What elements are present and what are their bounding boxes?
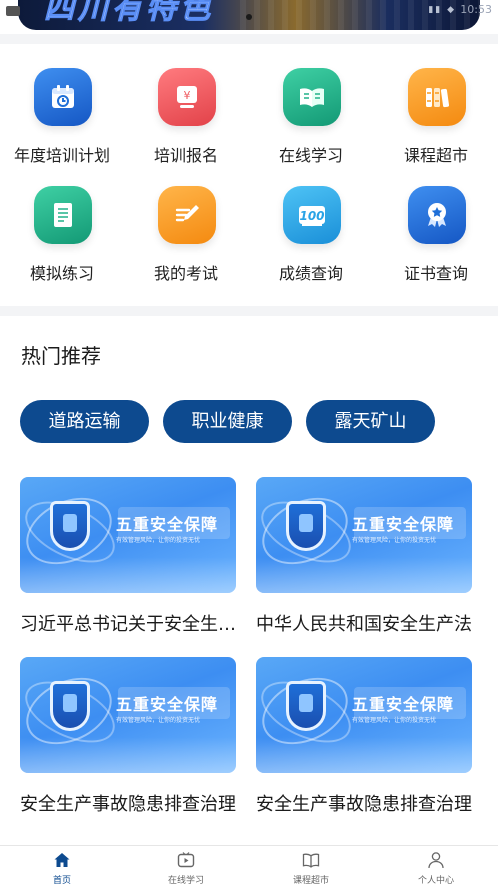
status-bar-icons: ▮▮ ◆: [428, 5, 456, 15]
course-title: 中华人民共和国安全生产法: [256, 614, 472, 635]
grid-item-label: 成绩查询: [278, 264, 343, 283]
top-banner-area: 四川有特色 ▮▮ ◆ 10:53: [0, 0, 498, 34]
svg-text:¥: ¥: [184, 89, 191, 102]
course-cover-image: 五重安全保障 有效管理风险，让你的投资无忧: [20, 657, 236, 773]
status-bar-indicator: [6, 6, 20, 16]
cover-subtext: 有效管理风险，让你的投资无忧: [352, 537, 437, 544]
grid-item-certificate-query[interactable]: 证书查询: [374, 162, 498, 283]
certificate-badge-icon: [408, 186, 466, 244]
status-bar-time: 10:53: [460, 3, 492, 16]
category-chip-occupational-health[interactable]: 职业健康: [163, 400, 292, 443]
score-100-icon: 100: [283, 186, 341, 244]
svg-text:100: 100: [299, 209, 324, 223]
book-icon: [302, 853, 320, 868]
cover-headline: 五重安全保障: [116, 695, 219, 714]
shield-icon: [286, 501, 326, 551]
grid-item-online-learning[interactable]: 在线学习: [249, 44, 373, 165]
cover-subtext: 有效管理风险，让你的投资无忧: [116, 537, 201, 544]
tab-personal-center[interactable]: 个人中心: [374, 846, 498, 887]
grid-item-label: 我的考试: [153, 264, 218, 283]
course-cover-image: 五重安全保障 有效管理风险，让你的投资无忧: [20, 477, 236, 593]
section-title-hot: 热门推荐: [21, 344, 101, 368]
course-title: 习近平总书记关于安全生产重要论述: [20, 614, 236, 635]
section-divider: [0, 306, 498, 316]
cover-headline: 五重安全保障: [116, 515, 219, 534]
carousel-indicator-dot: [246, 14, 252, 20]
grid-item-label: 模拟练习: [29, 264, 94, 283]
pencil-edit-icon: [158, 186, 216, 244]
calendar-icon: [34, 68, 92, 126]
books-shelf-icon: [408, 68, 466, 126]
document-icon: [34, 186, 92, 244]
grid-item-score-query[interactable]: 100 成绩查询: [249, 162, 373, 283]
shield-icon: [50, 501, 90, 551]
tab-course-market[interactable]: 课程超市: [249, 846, 373, 887]
course-cover-image: 五重安全保障 有效管理风险，让你的投资无忧: [256, 477, 472, 593]
tab-label: 个人中心: [417, 876, 454, 886]
home-icon: [54, 853, 70, 867]
section-divider: [0, 34, 498, 44]
cover-headline: 五重安全保障: [352, 515, 455, 534]
grid-item-label: 证书查询: [403, 264, 468, 283]
cover-subtext: 有效管理风险，让你的投资无忧: [116, 717, 201, 724]
banner-title: 四川有特色: [44, 0, 214, 26]
tab-label: 首页: [52, 876, 71, 886]
person-icon: [428, 852, 444, 869]
tab-home[interactable]: 首页: [0, 846, 124, 887]
cover-headline: 五重安全保障: [352, 695, 455, 714]
open-book-icon: [283, 68, 341, 126]
grid-item-mock-practice[interactable]: 模拟练习: [0, 162, 124, 283]
course-title: 安全生产事故隐患排查治理: [20, 794, 236, 815]
course-title: 安全生产事故隐患排查治理: [256, 794, 472, 815]
grid-item-training-signup[interactable]: ¥ 培训报名: [124, 44, 248, 165]
shield-icon: [50, 681, 90, 731]
grid-item-course-market[interactable]: 课程超市: [374, 44, 498, 165]
bottom-tab-bar: 首页 在线学习 课程超市 个人中心: [0, 845, 498, 887]
tab-label: 课程超市: [292, 876, 329, 886]
course-cover-image: 五重安全保障 有效管理风险，让你的投资无忧: [256, 657, 472, 773]
cover-subtext: 有效管理风险，让你的投资无忧: [352, 717, 437, 724]
video-play-icon: [177, 852, 195, 868]
category-chip-open-pit-mine[interactable]: 露天矿山: [306, 400, 435, 443]
tab-label: 在线学习: [167, 876, 204, 886]
grid-item-my-exam[interactable]: 我的考试: [124, 162, 248, 283]
category-chip-road-transport[interactable]: 道路运输: [20, 400, 149, 443]
yuan-register-icon: ¥: [158, 68, 216, 126]
function-grid: 年度培训计划 ¥ 培训报名 在线学习 课程超市 模拟练习 我的考试 100 成绩…: [0, 44, 498, 306]
grid-item-annual-plan[interactable]: 年度培训计划: [0, 44, 124, 165]
shield-icon: [286, 681, 326, 731]
tab-online-learning[interactable]: 在线学习: [124, 846, 248, 887]
